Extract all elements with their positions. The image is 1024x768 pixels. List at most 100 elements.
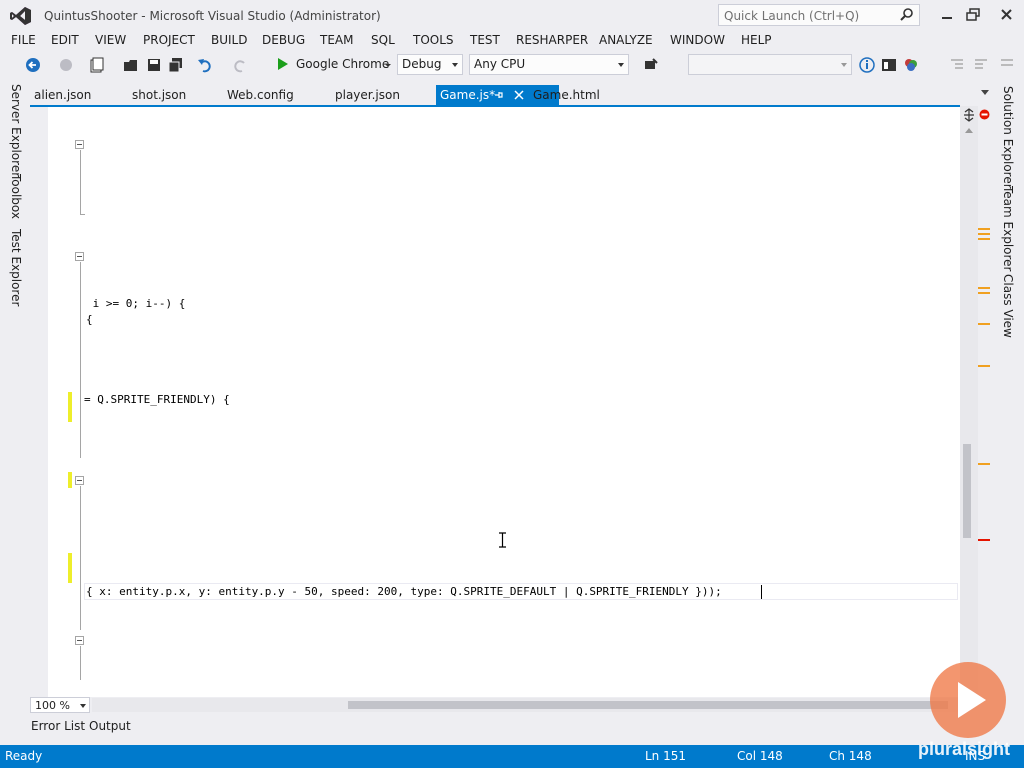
horizontal-scrollbar[interactable] <box>92 698 960 712</box>
tab-alien-json[interactable]: alien.json <box>30 85 95 105</box>
collapse-region-icon[interactable] <box>75 252 84 261</box>
vertical-scroll-thumb[interactable] <box>963 444 971 538</box>
tab-overflow-dropdown-icon[interactable] <box>981 90 989 95</box>
scroll-marker <box>978 365 990 367</box>
navigate-forward-icon[interactable] <box>57 56 75 74</box>
menu-project[interactable]: PROJECT <box>143 33 195 47</box>
menu-analyze[interactable]: ANALYZE <box>599 33 653 47</box>
menu-window[interactable]: WINDOW <box>670 33 725 47</box>
save-icon[interactable] <box>145 56 163 74</box>
status-text: Ready <box>5 749 43 763</box>
change-marker <box>68 472 72 488</box>
scroll-marker <box>978 228 990 230</box>
platform-select[interactable]: Any CPU <box>469 54 629 75</box>
outline-line <box>80 262 81 458</box>
scroll-up-icon[interactable] <box>964 126 974 134</box>
configuration-value: Debug <box>402 57 442 71</box>
vertical-scrollbar[interactable] <box>960 106 978 697</box>
new-project-icon[interactable] <box>88 56 106 74</box>
menu-edit[interactable]: EDIT <box>51 33 79 47</box>
status-bar: Ready Ln 151 Col 148 Ch 148 INS <box>0 745 1024 768</box>
navigate-back-icon[interactable] <box>24 56 42 74</box>
search-icon[interactable] <box>899 7 915 23</box>
configuration-select[interactable]: Debug <box>397 54 463 75</box>
scroll-marker <box>978 323 990 325</box>
ibeam-cursor-icon <box>499 532 506 548</box>
menu-resharper[interactable]: RESHARPER <box>516 33 588 47</box>
change-marker <box>68 392 72 422</box>
menu-bar: FILE EDIT VIEW PROJECT BUILD DEBUG TEAM … <box>0 32 1024 52</box>
menu-debug[interactable]: DEBUG <box>262 33 305 47</box>
code-line[interactable]: i >= 0; i--) { <box>86 297 186 310</box>
menu-sql[interactable]: SQL <box>371 33 395 47</box>
tab-label: alien.json <box>34 88 92 102</box>
test-explorer-tab[interactable]: Test Explorer <box>9 229 23 306</box>
document-tab-strip: alien.json shot.json Web.config player.j… <box>30 85 994 105</box>
scroll-marker <box>978 539 990 541</box>
undo-icon[interactable] <box>196 56 214 74</box>
outdent-icon[interactable] <box>972 56 990 74</box>
close-tab-icon[interactable] <box>514 90 524 100</box>
save-all-icon[interactable] <box>167 56 185 74</box>
indent-icon[interactable] <box>948 56 966 74</box>
minimize-icon[interactable] <box>934 5 960 25</box>
split-editor-icon[interactable] <box>963 108 975 122</box>
platform-value: Any CPU <box>474 57 526 71</box>
window-layout-icon[interactable] <box>880 56 898 74</box>
tab-game-html[interactable]: Game.html <box>529 85 604 105</box>
column-number: Col 148 <box>737 749 783 763</box>
menu-team[interactable]: TEAM <box>320 33 353 47</box>
solution-explorer-tab[interactable]: Solution Explorer <box>1001 86 1015 189</box>
editor-gutter <box>30 107 48 697</box>
scroll-marker <box>978 292 990 294</box>
outline-line <box>80 486 81 630</box>
horizontal-scroll-thumb[interactable] <box>348 701 948 709</box>
menu-test[interactable]: TEST <box>470 33 500 47</box>
tab-label: player.json <box>335 88 400 102</box>
standard-toolbar: Google Chrome Debug Any CPU <box>0 53 1024 77</box>
error-indicator-icon[interactable] <box>979 109 990 120</box>
tab-web-config[interactable]: Web.config <box>223 85 298 105</box>
toolbar-more-icon[interactable] <box>998 56 1016 74</box>
team-explorer-tab[interactable]: Team Explorer <box>1001 186 1015 272</box>
tab-shot-json[interactable]: shot.json <box>128 85 190 105</box>
open-file-icon[interactable] <box>122 56 140 74</box>
tab-label: Web.config <box>227 88 294 102</box>
find-combo[interactable] <box>688 54 852 75</box>
code-line[interactable]: = Q.SPRITE_FRIENDLY) { <box>84 393 230 406</box>
extensions-icon[interactable] <box>902 56 920 74</box>
collapse-region-icon[interactable] <box>75 636 84 645</box>
zoom-value: 100 % <box>35 699 70 712</box>
collapse-region-icon[interactable] <box>75 140 84 149</box>
run-target-dropdown-icon[interactable] <box>383 56 393 74</box>
code-line[interactable]: { <box>86 313 93 326</box>
tab-output[interactable]: Output <box>89 719 131 733</box>
info-icon[interactable] <box>858 56 876 74</box>
menu-build[interactable]: BUILD <box>211 33 247 47</box>
restore-icon[interactable] <box>960 5 986 25</box>
menu-file[interactable]: FILE <box>11 33 36 47</box>
video-play-icon[interactable] <box>930 662 1006 738</box>
menu-tools[interactable]: TOOLS <box>413 33 454 47</box>
scroll-marker <box>978 287 990 289</box>
tab-error-list[interactable]: Error List <box>31 719 85 733</box>
menu-help[interactable]: HELP <box>741 33 772 47</box>
zoom-select[interactable]: 100 % <box>30 697 90 713</box>
tab-player-json[interactable]: player.json <box>331 85 404 105</box>
close-icon[interactable] <box>994 5 1020 25</box>
class-view-tab[interactable]: Class View <box>1001 274 1015 338</box>
redo-icon[interactable] <box>231 56 249 74</box>
toolbox-tab[interactable]: Toolbox <box>9 174 23 219</box>
pin-icon[interactable] <box>494 90 504 100</box>
play-icon <box>278 58 288 70</box>
outline-end <box>80 214 85 215</box>
outline-line <box>80 150 81 215</box>
quick-launch-input[interactable]: Quick Launch (Ctrl+Q) <box>718 4 920 26</box>
server-explorer-tab[interactable]: Server Explorer <box>9 84 23 177</box>
collapse-region-icon[interactable] <box>75 476 84 485</box>
menu-view[interactable]: VIEW <box>95 33 126 47</box>
code-line[interactable]: { x: entity.p.x, y: entity.p.y - 50, spe… <box>86 585 722 598</box>
title-bar: QuintusShooter - Microsoft Visual Studio… <box>0 0 1024 32</box>
attach-process-icon[interactable] <box>642 56 660 74</box>
scroll-marker <box>978 233 990 235</box>
